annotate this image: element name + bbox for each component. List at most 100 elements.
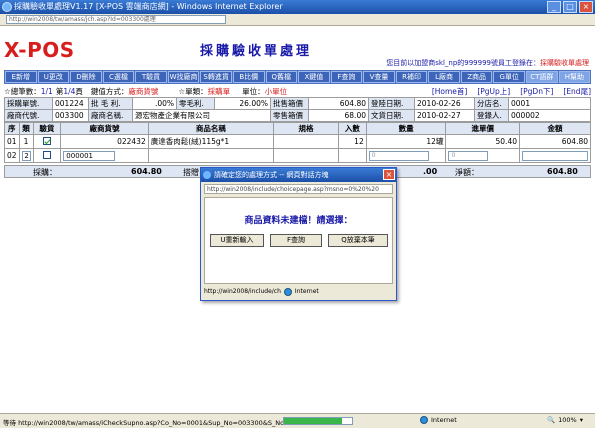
doc-date-label: 文貨日期. [368, 109, 415, 122]
retail-box-label: 零售箱價 [270, 109, 309, 122]
vendor-sku-input[interactable]: 000001 [63, 150, 116, 161]
choice-dialog: 請確定您的處理方式 -- 網頁對話方塊 × http://win2008/inc… [200, 167, 397, 301]
col-amount: 金額 [519, 122, 591, 135]
row-amount-cell [519, 148, 591, 163]
reg-date-label: 登陸日期. [368, 97, 415, 110]
toolbar-button[interactable]: Z商品 [460, 71, 493, 83]
zoom-level: 100% [558, 416, 577, 424]
total-value: 1/1 [40, 86, 53, 96]
toolbar-button[interactable]: L廠商 [428, 71, 460, 83]
toolbar-button[interactable]: U更改 [37, 71, 70, 83]
nav-pgup-link[interactable]: [PgUp上] [477, 86, 510, 97]
reg-date-field[interactable]: 2010-02-26 [414, 97, 475, 110]
col-vendor-sku: 廠商貨號 [60, 122, 149, 135]
nav-end-link[interactable]: [End尾] [563, 86, 591, 97]
page-title: 採購驗收單處理 [200, 44, 313, 59]
batch-box-field[interactable]: 604.80 [308, 97, 369, 110]
doc-type-value: 採購單 [207, 86, 231, 96]
purchase-no-label: 採購單號. [4, 97, 53, 110]
gross-margin-label: 批 毛 利. [88, 97, 133, 110]
toolbar-button[interactable]: S轉進貨 [200, 71, 232, 83]
abandon-button[interactable]: Q放棄本筆 [328, 234, 388, 247]
toolbar-button[interactable]: Q舊檔 [265, 71, 298, 83]
toolbar-button[interactable]: H幫助 [558, 71, 591, 83]
maximize-button[interactable]: □ [563, 1, 577, 13]
vendor-code-field[interactable]: 003300 [52, 109, 89, 122]
retail-box-field[interactable]: 68.00 [308, 109, 369, 122]
nav-home-link[interactable]: [Home首] [432, 86, 468, 97]
col-spec: 規格 [272, 122, 339, 135]
col-seq: 序 [4, 122, 20, 135]
retail-margin-field[interactable]: 26.00% [214, 97, 271, 110]
purchase-total-value: 604.80 [131, 167, 162, 176]
toolbar-button[interactable]: C選檔 [102, 71, 135, 83]
toolbar-button[interactable]: T驗貨 [135, 71, 167, 83]
verify-checkbox[interactable] [42, 136, 51, 145]
unit-price-input[interactable]: 0 [448, 150, 489, 161]
window-titlebar: 採購驗收單處理V1.17 [X-POS 雲端商店網] - Windows Int… [0, 0, 595, 14]
branch-label: 分店名. [474, 97, 509, 110]
browser-statusbar: 等待 http://win2008/tw/amass/iCheckSupno.a… [0, 413, 595, 428]
row-product-name: 廣達香肉鬆(絨)115g*1 [147, 134, 274, 149]
detail-header-row: 序 類 驗貨 廠商貨號 商品名稱 規格 入數 數量 進單價 金額 [4, 122, 591, 135]
purchase-no-field[interactable]: 001224 [52, 97, 89, 110]
close-button[interactable]: × [579, 1, 593, 13]
app-logo: X-POS [4, 38, 75, 62]
batch-box-label: 批售箱價 [270, 97, 309, 110]
magnifier-icon: 🔍 [547, 416, 556, 424]
toolbar-button[interactable]: W找廠商 [167, 71, 200, 83]
page-suffix: 頁 [75, 86, 83, 96]
address-bar: http://win2008/tw/amass/jch.asp?Id=00330… [0, 14, 595, 26]
toolbar-button[interactable]: E新增 [5, 71, 37, 83]
key-label: 鍵值方式： [90, 86, 129, 96]
row-vendor-sku-cell: 000001 [60, 148, 149, 163]
row-pack: 12 [337, 134, 367, 149]
gross-margin-field[interactable]: .00% [132, 97, 177, 110]
qty-input[interactable]: 0 [368, 150, 429, 161]
total-label: ☆總筆數： [4, 86, 41, 96]
discount-label: 搭贈 [183, 168, 199, 177]
row-qty-cell: 0 [365, 148, 447, 163]
reenter-button[interactable]: U重新輸入 [210, 234, 264, 247]
col-check: 驗貨 [32, 122, 62, 135]
dialog-buttons: U重新輸入 F查詢 Q放棄本筆 [210, 234, 388, 247]
row-vendor-sku: 022432 [60, 134, 149, 149]
function-toolbar: E新增 U更改 D刪除 C選檔 T驗貨 W找廠商 S轉進貨 B比價 Q舊檔 X鍵值 F查詢 V查量 R補… [4, 70, 591, 84]
toolbar-button[interactable]: R補印 [395, 71, 428, 83]
row-spec [272, 148, 339, 163]
toolbar-button[interactable]: CT語群 [526, 71, 558, 83]
query-button[interactable]: F查詢 [270, 234, 322, 247]
net-total-number: 604.80 [547, 167, 578, 176]
security-zone: Internet [420, 416, 457, 424]
row-kind-input[interactable]: 2 [21, 150, 31, 161]
toolbar-button[interactable]: F查詢 [330, 71, 363, 83]
minimize-button[interactable]: _ [547, 1, 561, 13]
progress-fill [284, 418, 342, 424]
row-seq: 02 [4, 148, 20, 163]
row-kind-cell: 2 [18, 148, 34, 163]
col-unit-price: 進單價 [445, 122, 520, 135]
toolbar-button[interactable]: V查量 [363, 71, 395, 83]
row-amount: 604.80 [519, 134, 591, 149]
row-check [32, 148, 62, 163]
row-seq: 01 [4, 134, 20, 149]
dialog-close-button[interactable]: × [383, 169, 395, 180]
vendor-name-field[interactable]: 源宏物產企業有限公司 [132, 109, 271, 122]
address-input[interactable]: http://win2008/tw/amass/jch.asp?Id=00330… [6, 15, 226, 24]
table-row: 01 1 022432 廣達香肉鬆(絨)115g*1 12 12罐 50.40 … [4, 134, 591, 149]
toolbar-button[interactable]: X鍵值 [298, 71, 330, 83]
toolbar-button[interactable]: D刪除 [70, 71, 102, 83]
dialog-status-url: http://win2008/include/ch [204, 288, 281, 295]
toolbar-button[interactable]: B比價 [232, 71, 265, 83]
window-controls: _ □ × [547, 1, 593, 13]
branch-field[interactable]: 0001 [508, 97, 591, 110]
toolbar-button[interactable]: G單位 [493, 71, 525, 83]
nav-pgdn-link[interactable]: [PgDn下] [520, 86, 553, 97]
registrar-field[interactable]: 000002 [508, 109, 591, 122]
record-info-row: ☆總筆數： 1/1 第 1/4 頁 鍵值方式： 廠商貨號 ☆單類： 採購單 單位… [4, 86, 591, 96]
dialog-ie-icon [203, 171, 211, 179]
verify-checkbox[interactable] [42, 150, 51, 159]
doc-date-field[interactable]: 2010-02-27 [414, 109, 475, 122]
amount-input[interactable] [522, 150, 588, 161]
zoom-control[interactable]: 🔍 100% ▾ [547, 416, 583, 424]
